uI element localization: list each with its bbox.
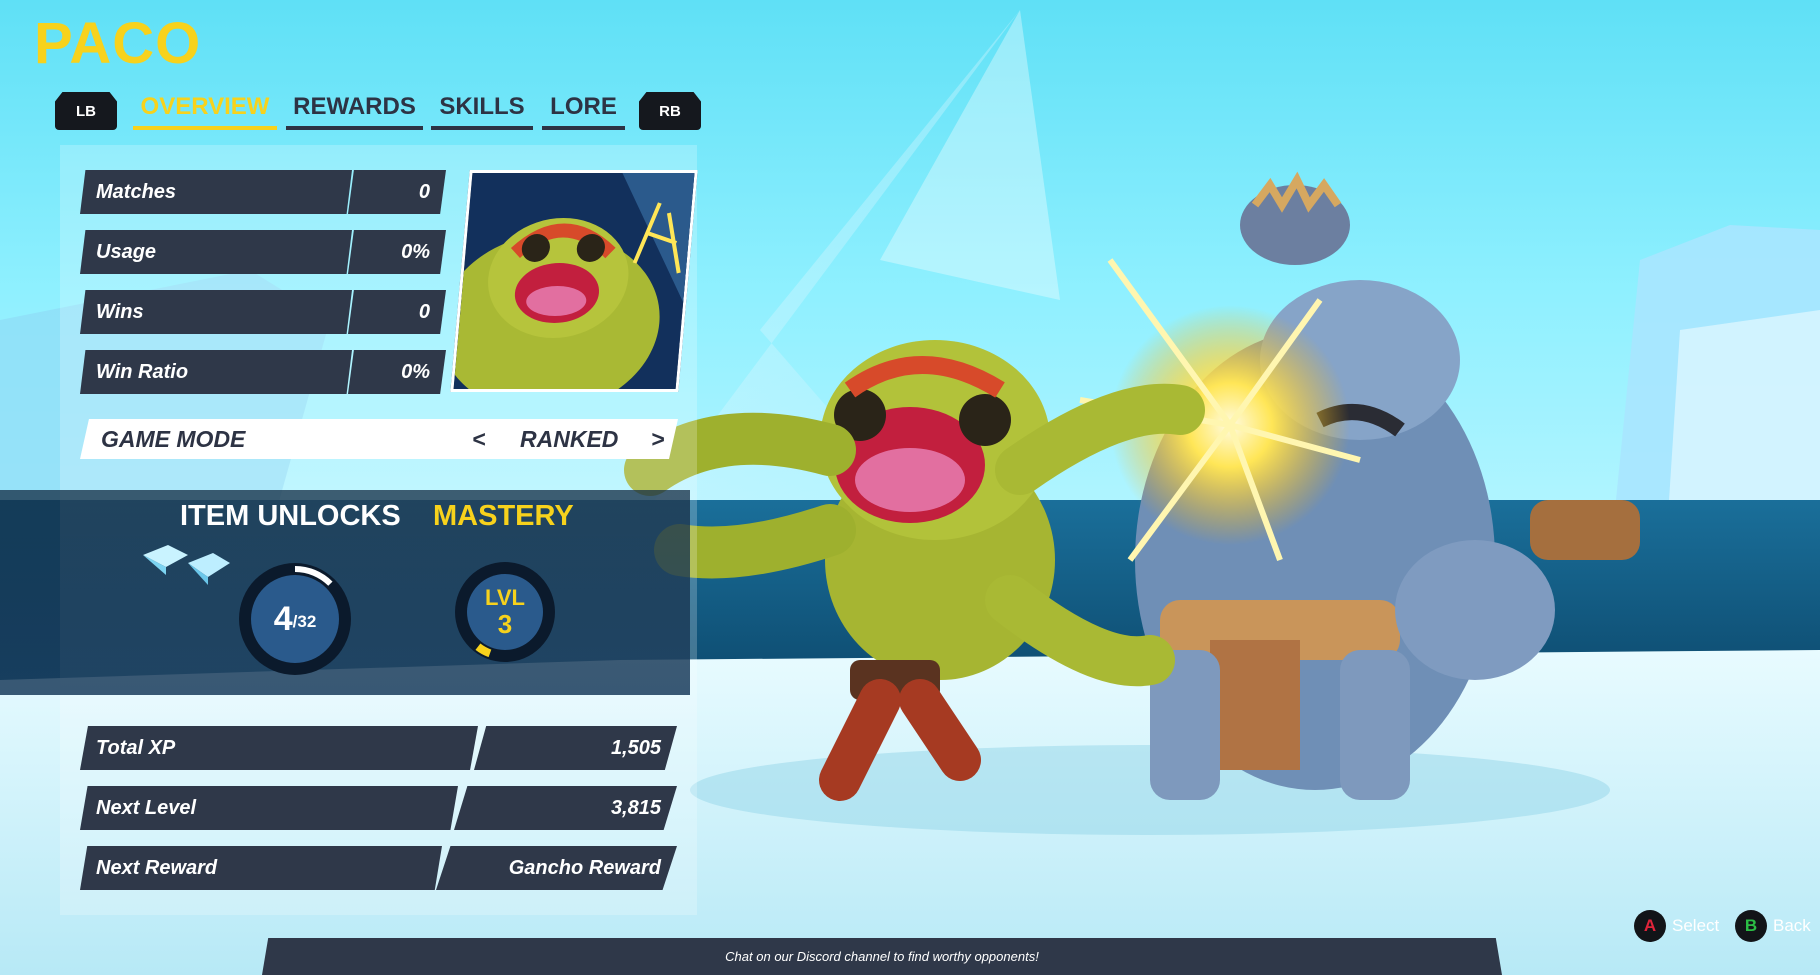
xp-label: Total XP xyxy=(80,726,478,770)
stat-label: Wins xyxy=(80,290,352,334)
xp-row-total: Total XP 1,505 xyxy=(80,726,677,770)
stat-label: Usage xyxy=(80,230,352,274)
game-mode-label: GAME MODE xyxy=(101,426,246,452)
level-label: LVL xyxy=(485,584,525,610)
stat-value: 0 xyxy=(348,290,446,334)
footer-message: Chat on our Discord channel to find wort… xyxy=(725,949,1039,964)
level-value: 3 xyxy=(497,608,513,639)
mastery-level-ring: LVL 3 xyxy=(451,558,559,666)
items-total-value: /32 xyxy=(292,612,317,631)
tab-skills[interactable]: SKILLS xyxy=(431,88,533,130)
select-hint-label: Select xyxy=(1672,916,1720,935)
item-unlocks-count: 4 /32 xyxy=(233,557,357,681)
stat-label: Matches xyxy=(80,170,352,214)
a-button-icon: A xyxy=(1634,910,1666,942)
tab-overview[interactable]: OVERVIEW xyxy=(133,88,277,130)
mastery-title: MASTERY xyxy=(433,500,574,532)
back-hint[interactable]: B Back xyxy=(1735,910,1811,942)
stat-row-usage: Usage 0% xyxy=(80,230,446,274)
xp-value: 3,815 xyxy=(454,786,677,830)
stat-row-matches: Matches 0 xyxy=(80,170,446,214)
game-mode-prev-arrow[interactable]: < xyxy=(472,426,485,453)
items-unlocked-value: 4 xyxy=(273,599,293,638)
gem-icon xyxy=(143,545,230,585)
lb-bumper-button[interactable]: LB xyxy=(55,92,117,130)
back-hint-label: Back xyxy=(1773,916,1811,935)
stat-row-win-ratio: Win Ratio 0% xyxy=(80,350,446,394)
game-mode-next-arrow[interactable]: > xyxy=(651,426,664,453)
stat-label: Win Ratio xyxy=(80,350,352,394)
select-hint[interactable]: A Select xyxy=(1634,910,1719,942)
rb-bumper-button[interactable]: RB xyxy=(639,92,701,130)
frog-portrait-image xyxy=(450,173,698,392)
b-button-icon: B xyxy=(1735,910,1767,942)
item-unlocks-title: ITEM UNLOCKS xyxy=(180,500,401,532)
stat-value: 0% xyxy=(348,350,446,394)
xp-value: Gancho Reward xyxy=(436,846,677,890)
xp-label: Next Reward xyxy=(80,846,442,890)
item-unlocks-ring: 4 /32 xyxy=(233,557,357,681)
xp-value: 1,505 xyxy=(474,726,677,770)
game-mode-value: RANKED xyxy=(520,426,619,452)
xp-label: Next Level xyxy=(80,786,458,830)
tab-lore[interactable]: LORE xyxy=(542,88,625,130)
footer-message-bar: Chat on our Discord channel to find wort… xyxy=(262,938,1502,975)
stat-row-wins: Wins 0 xyxy=(80,290,446,334)
hero-name: PACO xyxy=(34,11,202,76)
xp-row-next-level: Next Level 3,815 xyxy=(80,786,677,830)
game-mode-selector[interactable]: GAME MODE < RANKED > xyxy=(80,419,678,459)
tab-rewards[interactable]: REWARDS xyxy=(286,88,423,130)
mastery-level-text: LVL 3 xyxy=(451,558,559,666)
xp-row-next-reward: Next Reward Gancho Reward xyxy=(80,846,677,890)
hero-portrait xyxy=(450,170,698,392)
stat-value: 0% xyxy=(348,230,446,274)
stat-value: 0 xyxy=(348,170,446,214)
